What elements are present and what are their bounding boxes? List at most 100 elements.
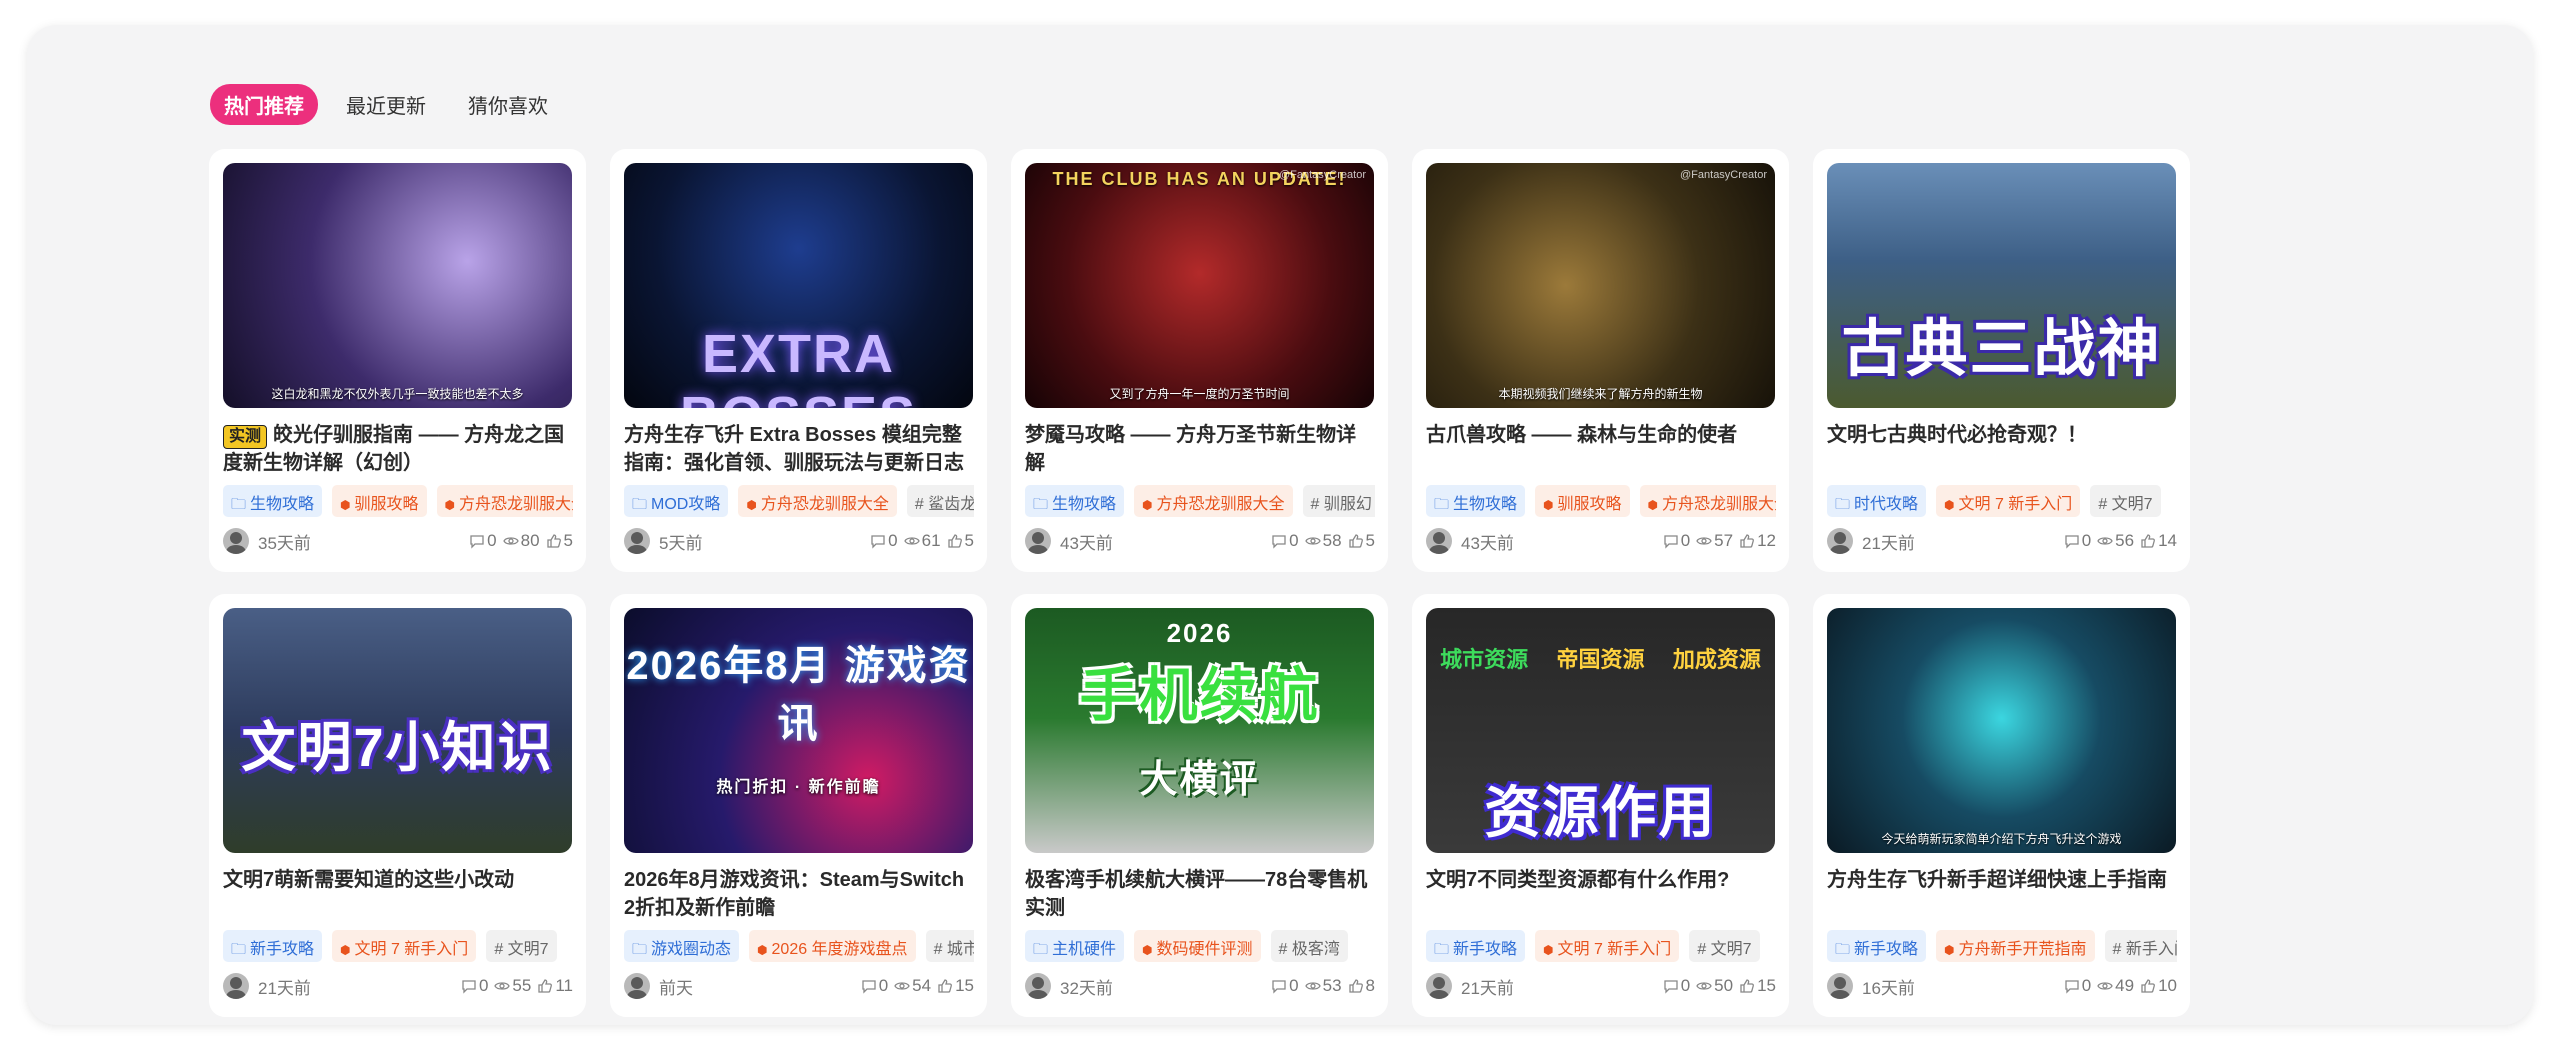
tag-chip[interactable]: 🗀 新手攻略 [1426,930,1526,962]
article-thumbnail[interactable]: 城市资源 帝国资源 加成资源 资源作用 [1426,608,1775,853]
article-card[interactable]: THE CLUB HAS AN UPDATE! @FantasyCreator 又到… [1011,149,1388,572]
tag-chip[interactable]: ⬢ 驯服攻略 [332,485,427,517]
article-card[interactable]: 2026年8月 游戏资讯 热门折扣 · 新作前瞻 2026年8月游戏资讯：Stea… [610,594,987,1017]
article-card[interactable]: 城市资源 帝国资源 加成资源 资源作用 文明7不同类型资源都有什么作用? 🗀 新手攻略 ⬢… [1412,594,1789,1017]
tag-chip[interactable]: # 极客湾 [1270,930,1348,962]
folder-icon: 🗀 [632,941,648,958]
tag-chip[interactable]: # 新手入门 [2104,930,2177,962]
tag-chip[interactable]: 🗀 新手攻略 [223,930,323,962]
article-stats: 0 55 11 [461,976,573,996]
folder-icon: 🗀 [1835,496,1851,513]
article-thumbnail[interactable]: @FantasyCreator 本期视频我们继续来了解方舟的新生物 [1426,163,1775,408]
article-thumbnail[interactable]: 古典三战神 [1827,163,2176,408]
article-card[interactable]: 古典三战神 文明七古典时代必抢奇观？！ 🗀 时代攻略 ⬢ 文明 7 新手入门 # 文明7… [1813,149,2190,572]
tag-chip[interactable]: ⬢ 2026 年度游戏盘点 [749,930,916,962]
avatar[interactable] [1827,973,1853,999]
tag-chip[interactable]: ⬢ 文明 7 新手入门 [1535,930,1680,962]
article-title[interactable]: 文明7萌新需要知道的这些小改动 [223,866,573,894]
thumb-resource-label: 加成资源 [1672,647,1761,672]
tag-chip[interactable]: ⬢ 驯服攻略 [1535,485,1630,517]
tag-chip[interactable]: 🗀 主机硬件 [1025,930,1125,962]
article-card[interactable]: 2026 手机续航 大横评 极客湾手机续航大横评——78台零售机实测 🗀 主机硬件 ⬢ 数… [1011,594,1388,1017]
tag-chip[interactable]: # 文明7 [1689,930,1760,962]
tag-chip[interactable]: ⬢ 文明 7 新手入门 [1936,485,2081,517]
tag-chip[interactable]: # 驯服幻 [1302,485,1375,517]
like-count[interactable]: 5 [546,531,573,551]
tab-guess[interactable]: 猜你喜欢 [454,84,562,125]
article-title[interactable]: 极客湾手机续航大横评——78台零售机实测 [1025,866,1375,922]
tag-chip[interactable]: 🗀 新手攻略 [1827,930,1927,962]
article-thumbnail[interactable]: 2026 手机续航 大横评 [1025,608,1374,853]
comment-count: 0 [1663,531,1690,551]
tag-chip[interactable]: ⬢ 文明 7 新手入门 [332,930,477,962]
article-thumbnail[interactable]: 文明7小知识 [223,608,572,853]
article-thumbnail[interactable]: EXTRA BOSSES [624,163,973,408]
tag-chip[interactable]: ⬢ 方舟新手开荒指南 [1936,930,2095,962]
comment-icon [1272,535,1286,549]
comment-count: 0 [461,976,488,996]
like-count[interactable]: 10 [2140,976,2177,996]
article-title[interactable]: 实测 皎光仔驯服指南 —— 方舟龙之国度新生物详解（幻创） [223,421,573,477]
article-title[interactable]: 古爪兽攻略 —— 森林与生命的使者 [1426,421,1776,449]
like-count[interactable]: 5 [947,531,974,551]
avatar[interactable] [1025,973,1051,999]
article-card[interactable]: EXTRA BOSSES 方舟生存飞升 Extra Bosses 模组完整指南：… [610,149,987,572]
tag-chip[interactable]: 🗀 生物攻略 [223,485,323,517]
tag-chip[interactable]: # 文明7 [486,930,557,962]
avatar[interactable] [1025,528,1051,554]
eye-icon [903,537,920,545]
article-thumbnail[interactable]: 这白龙和黑龙不仅外表几乎一致技能也差不太多 [223,163,572,408]
thumb-caption: 这白龙和黑龙不仅外表几乎一致技能也差不太多 [271,387,524,401]
comment-count: 0 [1271,976,1299,996]
article-thumbnail[interactable]: THE CLUB HAS AN UPDATE! @FantasyCreator 又到… [1025,163,1374,408]
avatar[interactable] [1426,973,1452,999]
article-meta: 16天前 0 49 10 [1827,972,2177,1000]
cube-icon: ⬢ [757,943,768,957]
avatar[interactable] [624,973,650,999]
like-count[interactable]: 15 [1739,976,1776,996]
avatar[interactable] [624,528,650,554]
folder-icon: 🗀 [1033,496,1049,513]
cube-icon: ⬢ [444,498,456,512]
tag-chip[interactable]: # 鲨齿龙 [906,485,974,517]
tag-chip[interactable]: ⬢方舟恐龙驯服大全 [436,485,573,517]
tag-label: # 文明7 [2098,496,2153,513]
article-card[interactable]: 文明7小知识 文明7萌新需要知道的这些小改动 🗀 新手攻略 ⬢ 文明 7 新手入门 # … [209,594,586,1017]
tag-chip[interactable]: 🗀 时代攻略 [1827,485,1927,517]
tag-chip[interactable]: 🗀 生物攻略 [1025,485,1125,517]
like-count[interactable]: 5 [1348,531,1375,551]
like-count[interactable]: 14 [2140,531,2177,551]
article-title[interactable]: 2026年8月游戏资讯：Steam与Switch 2折扣及新作前瞻 [624,866,974,922]
article-title[interactable]: 方舟生存飞升 Extra Bosses 模组完整指南：强化首领、驯服玩法与更新日… [624,421,974,477]
article-title[interactable]: 文明7不同类型资源都有什么作用? [1426,866,1776,894]
tag-chip[interactable]: 🗀 游戏圈动态 [624,930,740,962]
article-title[interactable]: 梦魇马攻略 —— 方舟万圣节新生物详解 [1025,421,1375,477]
avatar[interactable] [1827,528,1853,554]
tag-chip[interactable]: 🗀 生物攻略 [1426,485,1526,517]
article-card[interactable]: 今天给萌新玩家简单介绍下方舟飞升这个游戏 方舟生存飞升新手超详细快速上手指南 🗀… [1813,594,2190,1017]
article-card[interactable]: 这白龙和黑龙不仅外表几乎一致技能也差不太多 实测 皎光仔驯服指南 —— 方舟龙之国… [209,149,586,572]
article-thumbnail[interactable]: 今天给萌新玩家简单介绍下方舟飞升这个游戏 [1827,608,2176,853]
like-count[interactable]: 15 [937,976,974,996]
article-card[interactable]: @FantasyCreator 本期视频我们继续来了解方舟的新生物 古爪兽攻略 —… [1412,149,1789,572]
tag-chip[interactable]: ⬢方舟恐龙驯服大全 [738,485,897,517]
tag-chip[interactable]: ⬢ 数码硬件评测 [1134,930,1261,962]
like-count[interactable]: 8 [1348,976,1375,996]
article-title[interactable]: 文明七古典时代必抢奇观？！ [1827,421,2177,449]
tab-hot[interactable]: 热门推荐 [210,84,318,125]
like-count[interactable]: 12 [1739,531,1776,551]
thumbs-up-icon [947,534,962,548]
avatar[interactable] [223,973,249,999]
article-title[interactable]: 方舟生存飞升新手超详细快速上手指南 [1827,866,2177,894]
tag-chip[interactable]: # 文明7 [2090,485,2161,517]
article-thumbnail[interactable]: 2026年8月 游戏资讯 热门折扣 · 新作前瞻 [624,608,973,853]
avatar[interactable] [1426,528,1452,554]
tag-chip[interactable]: ⬢方舟恐龙驯服大全 [1639,485,1776,517]
avatar[interactable] [223,528,249,554]
like-count[interactable]: 11 [537,976,573,996]
tab-recent[interactable]: 最近更新 [332,84,440,125]
tag-chip[interactable]: ⬢方舟恐龙驯服大全 [1134,485,1293,517]
view-count: 57 [1696,531,1733,551]
tag-chip[interactable]: 🗀 MOD攻略 [624,485,729,517]
tag-chip[interactable]: # 城市 [925,930,974,962]
